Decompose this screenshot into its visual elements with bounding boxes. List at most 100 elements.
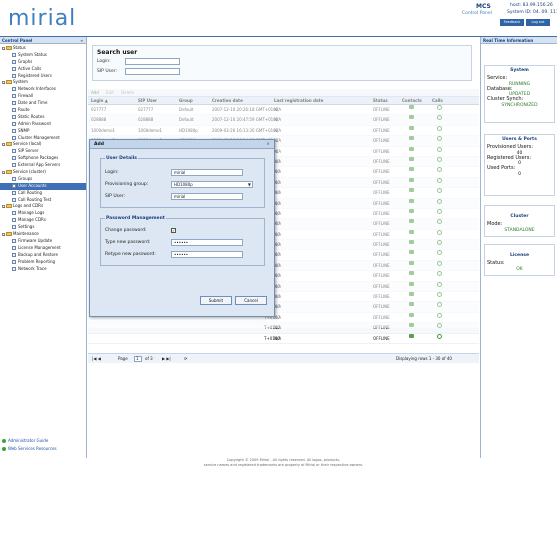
nav-item[interactable]: Call Routing Test: [0, 197, 86, 204]
page-icon: [12, 94, 16, 99]
table-row[interactable]: T+0100N/AOFFLINE: [88, 333, 479, 344]
collapse-toggle-icon[interactable]: −: [2, 142, 6, 146]
nav-item[interactable]: Route: [0, 107, 86, 114]
page-icon: [12, 101, 16, 106]
password-fieldset: Password Management Change password: ✓ T…: [100, 216, 265, 266]
nav-item[interactable]: External App Servers: [0, 162, 86, 169]
change-password-checkbox[interactable]: ✓: [171, 228, 176, 233]
nav-item[interactable]: Problem Reporting: [0, 259, 86, 266]
calls-icon[interactable]: [437, 333, 442, 339]
retype-password-field[interactable]: ••••••: [171, 251, 243, 258]
nav-folder[interactable]: − System: [0, 79, 86, 86]
folder-icon: [6, 170, 12, 175]
new-password-field[interactable]: ••••••: [171, 239, 243, 246]
page-label: Page: [118, 356, 128, 361]
collapse-icon[interactable]: «: [80, 37, 83, 44]
collapse-toggle-icon[interactable]: −: [2, 170, 6, 174]
nav-item[interactable]: Network Trace: [0, 266, 86, 273]
copyright-line-2: service names and registered trademarks …: [203, 463, 364, 467]
nav-item[interactable]: Backup and Restore: [0, 252, 86, 259]
nav-item[interactable]: Admin Password: [0, 121, 86, 128]
retype-password-label: Retype new password:: [105, 252, 156, 257]
nav-item[interactable]: Network Interfaces: [0, 86, 86, 93]
nav-item[interactable]: System Status: [0, 52, 86, 59]
nav-label: Settings: [18, 224, 35, 230]
nav-item[interactable]: Softphone Packages: [0, 155, 86, 162]
admin-guide-link[interactable]: Administrator Guide: [2, 437, 57, 445]
nav-folder[interactable]: − Logs and CDRs: [0, 203, 86, 210]
sidebar-links: Administrator Guide Web Services Resourc…: [2, 437, 57, 453]
nav-folder[interactable]: − Status: [0, 45, 86, 52]
nav-label: Status: [13, 45, 26, 50]
table-cell: OFFLINE: [373, 335, 390, 341]
collapse-toggle-icon[interactable]: −: [2, 80, 6, 84]
refresh-icon[interactable]: ⟳: [184, 354, 187, 364]
page-icon: [12, 121, 16, 126]
nav-item[interactable]: Firmware Update: [0, 238, 86, 245]
close-icon[interactable]: ×: [266, 140, 270, 149]
chevron-down-icon: ▼: [247, 182, 251, 187]
cancel-button[interactable]: Cancel: [235, 296, 267, 305]
nav-folder[interactable]: − Maintenance: [0, 231, 86, 238]
nav-item[interactable]: Settings: [0, 224, 86, 231]
search-sip-label: SIP User:: [97, 69, 118, 74]
login-field[interactable]: mirial: [171, 169, 243, 176]
collapse-toggle-icon[interactable]: −: [2, 232, 6, 236]
first-page-icon[interactable]: |◀ ◀: [92, 354, 101, 364]
page-icon: [12, 156, 16, 161]
nav-item[interactable]: Manage CDRs: [0, 217, 86, 224]
nav-label: Firmware Update: [18, 237, 53, 243]
nav-item[interactable]: Cluster Management: [0, 135, 86, 142]
grid-pager: |◀ ◀ Page 1 of 3 ▶ ▶| ⟳ Displaying rows …: [88, 353, 479, 363]
nav-folder[interactable]: − Service (cluster): [0, 169, 86, 176]
folder-icon: [6, 232, 12, 237]
page-icon: [12, 252, 16, 257]
nav-label: Active Calls: [18, 65, 42, 71]
page-icon: [12, 135, 16, 140]
nav-label: Static Routes: [18, 113, 45, 119]
nav-item[interactable]: SIP Server: [0, 148, 86, 155]
page-icon: [12, 87, 16, 92]
nav-item[interactable]: License Management: [0, 245, 86, 252]
contacts-icon[interactable]: [409, 333, 414, 338]
feedback-button[interactable]: Feedback: [500, 19, 524, 26]
nav-item[interactable]: User Accounts: [0, 182, 86, 190]
real-time-panel: Real Time Information System Service: RU…: [480, 37, 557, 458]
nav-item[interactable]: Date and Time: [0, 100, 86, 107]
collapse-toggle-icon[interactable]: −: [2, 204, 6, 208]
nav-label: System Status: [18, 51, 47, 57]
search-sip-input[interactable]: [125, 68, 180, 75]
logout-button[interactable]: Log out: [526, 19, 550, 26]
mirial-logo: mirial: [8, 6, 77, 31]
page-icon: [12, 128, 16, 133]
nav-item[interactable]: Active Calls: [0, 66, 86, 73]
page-icon: [12, 176, 16, 181]
next-page-icon[interactable]: ▶ ▶|: [162, 354, 171, 364]
nav-item[interactable]: Registered Users: [0, 73, 86, 80]
cluster-box: Cluster Mode: STANDALONE: [484, 205, 555, 237]
nav-label: Service (cluster): [13, 169, 46, 175]
submit-button[interactable]: Submit: [200, 296, 232, 305]
nav-label: Date and Time: [18, 100, 48, 106]
folder-icon: [6, 204, 12, 209]
search-title: Search user: [97, 49, 138, 56]
collapse-toggle-icon[interactable]: −: [2, 46, 6, 50]
nav-item[interactable]: Static Routes: [0, 114, 86, 121]
page-icon: [12, 190, 16, 195]
search-login-input[interactable]: [125, 58, 180, 65]
nav-item[interactable]: Call Routing: [0, 190, 86, 197]
web-services-link[interactable]: Web Services Resources: [2, 445, 57, 453]
nav-item[interactable]: Manage Logs: [0, 210, 86, 217]
nav-label: Route: [18, 107, 30, 113]
nav-item[interactable]: Firewall: [0, 93, 86, 100]
nav-item[interactable]: SNMP: [0, 128, 86, 135]
group-select[interactable]: HD1080p ▼: [171, 181, 253, 188]
sip-user-label: SIP User:: [105, 194, 126, 199]
sip-user-field[interactable]: mirial: [171, 193, 243, 200]
nav-label: Maintenance: [13, 231, 39, 237]
nav-folder[interactable]: − Service (local): [0, 141, 86, 148]
nav-item[interactable]: Graphs: [0, 59, 86, 66]
host-address: host: 83.99.156.26: [510, 3, 553, 8]
dialog-title: Add ×: [90, 140, 274, 149]
nav-item[interactable]: Groups: [0, 176, 86, 183]
